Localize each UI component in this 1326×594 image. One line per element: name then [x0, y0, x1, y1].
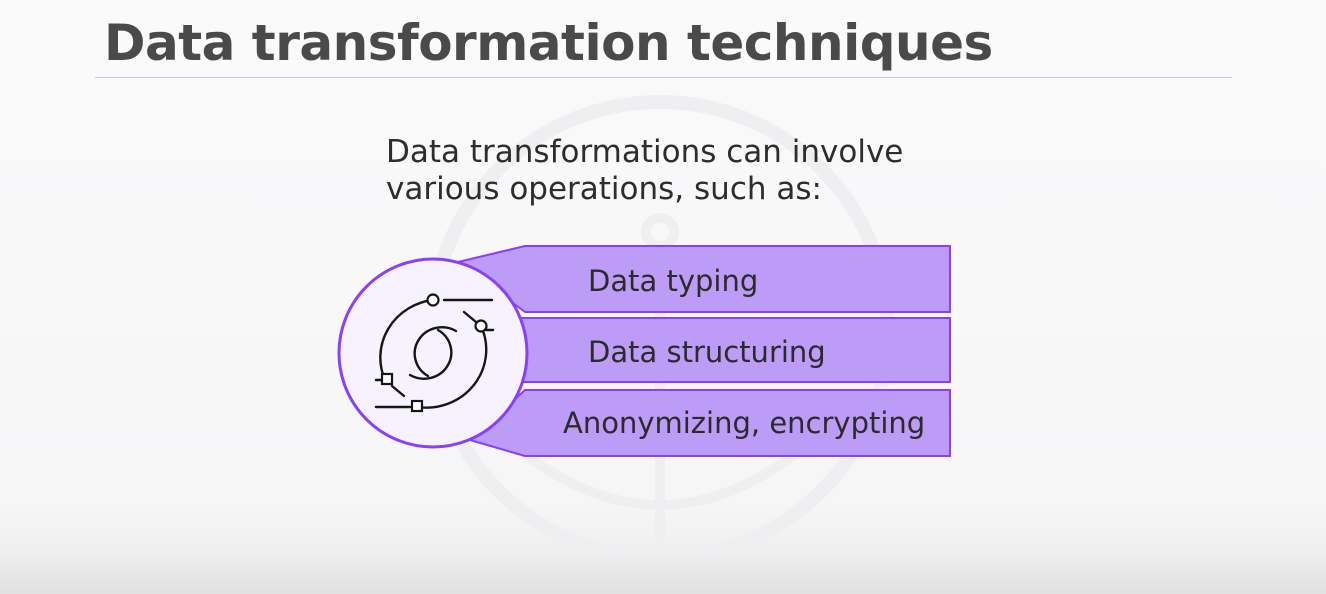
bottom-shade	[0, 554, 1326, 594]
icon-node-left	[380, 372, 394, 386]
operation-label-data-typing: Data typing	[588, 264, 759, 298]
slide: Data transformation techniques Data tran…	[0, 0, 1326, 594]
icon-node-right	[474, 319, 488, 333]
icon-node-bottom	[410, 399, 424, 413]
operation-label-anonymizing: Anonymizing, encrypting	[563, 406, 926, 440]
icon-node-top	[426, 293, 440, 307]
operation-label-data-structuring: Data structuring	[588, 335, 826, 369]
hub-circle	[337, 257, 529, 449]
